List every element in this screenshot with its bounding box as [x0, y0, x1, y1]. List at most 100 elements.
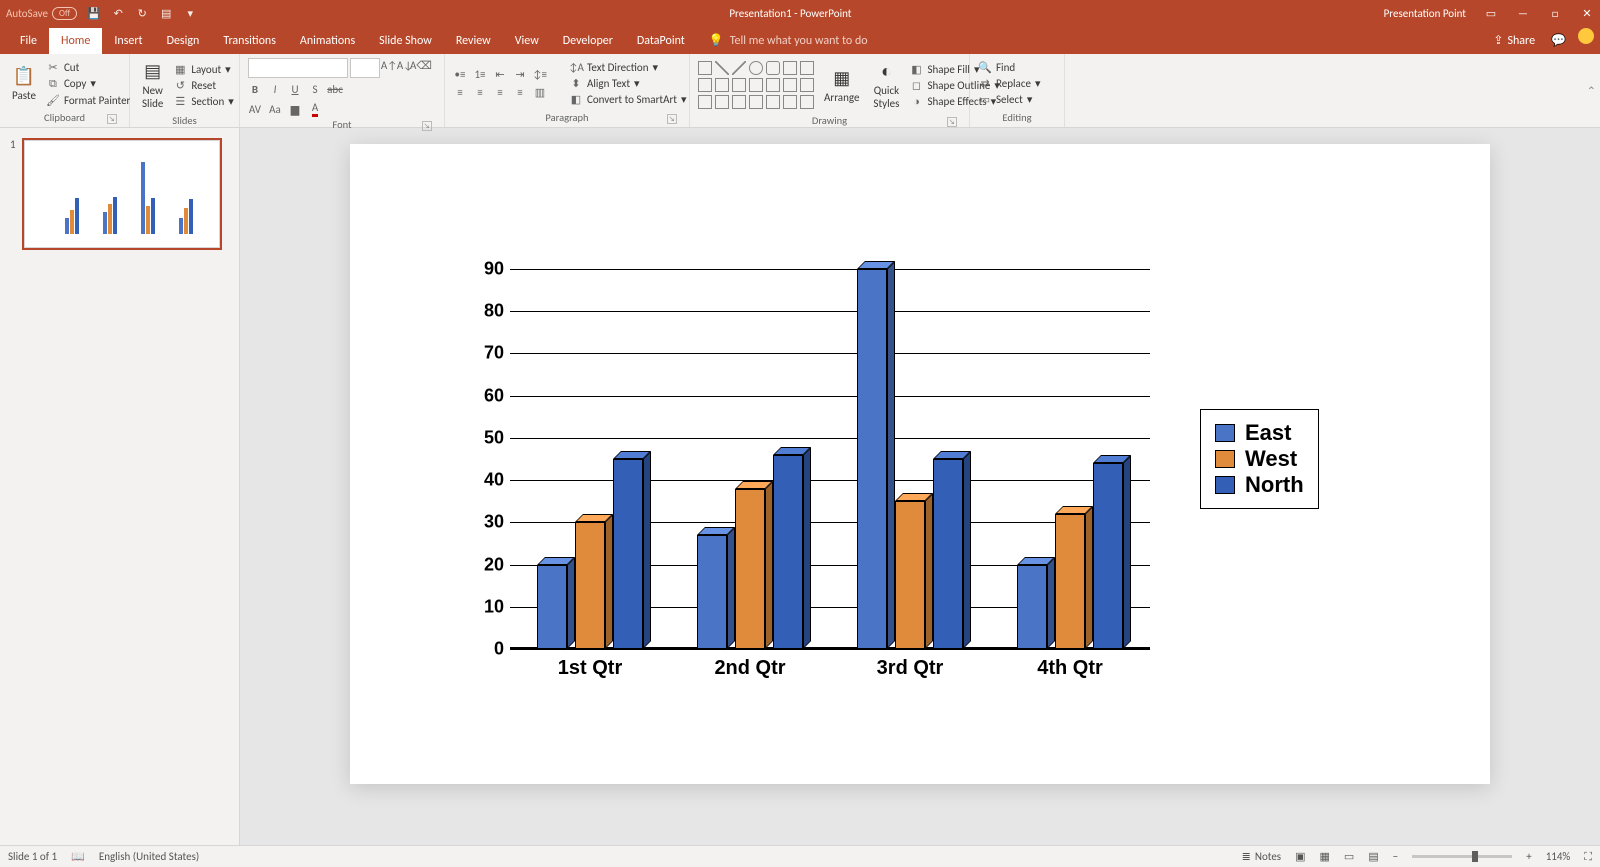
shape-star-icon[interactable]	[749, 78, 763, 92]
increase-font-icon[interactable]: A↑	[382, 58, 396, 72]
quick-styles-button[interactable]: ◐Quick Styles	[869, 58, 903, 112]
bar[interactable]	[773, 455, 803, 649]
shape-triangle-icon[interactable]	[783, 61, 797, 75]
bar[interactable]	[735, 489, 765, 649]
undo-icon[interactable]: ↶	[111, 6, 125, 20]
presentation-point-label[interactable]: Presentation Point	[1384, 7, 1466, 20]
comments-icon[interactable]: 💬	[1545, 27, 1572, 54]
change-case-icon[interactable]: Aa	[268, 102, 282, 116]
tab-review[interactable]: Review	[444, 28, 503, 54]
replace-button[interactable]: ⇄Replace ▾	[978, 77, 1040, 90]
start-from-beginning-icon[interactable]: ▤	[159, 6, 173, 20]
shape-curve-icon[interactable]	[698, 95, 712, 109]
increase-indent-icon[interactable]: ⇥	[513, 68, 527, 82]
bar[interactable]	[895, 501, 925, 649]
zoom-level[interactable]: 114%	[1546, 850, 1571, 863]
strikethrough-icon[interactable]: abc	[328, 82, 342, 96]
shape-paren-icon[interactable]	[732, 95, 746, 109]
bar[interactable]	[537, 565, 567, 649]
close-icon[interactable]: ✕	[1580, 6, 1594, 20]
shadow-icon[interactable]: S	[308, 82, 322, 96]
shape-oval-icon[interactable]	[749, 61, 763, 75]
underline-icon[interactable]: U	[288, 82, 302, 96]
format-painter-button[interactable]: 🖌Format Painter	[46, 94, 130, 107]
collapse-ribbon-icon[interactable]: ⌃	[1587, 84, 1596, 97]
chart-legend[interactable]: EastWestNorth	[1200, 409, 1319, 509]
bold-icon[interactable]: B	[248, 82, 262, 96]
numbering-icon[interactable]: 1≡	[473, 68, 487, 82]
shapes-gallery[interactable]	[698, 61, 814, 109]
font-family-input[interactable]	[248, 58, 348, 78]
shape-arrow-icon[interactable]	[800, 61, 814, 75]
zoom-in-icon[interactable]: +	[1526, 850, 1531, 863]
shape-brace4-icon[interactable]	[783, 95, 797, 109]
shape-paren2-icon[interactable]	[749, 95, 763, 109]
qat-customize-icon[interactable]: ▾	[183, 6, 197, 20]
find-button[interactable]: 🔍Find	[978, 61, 1040, 74]
minimize-icon[interactable]: —	[1516, 6, 1530, 20]
font-size-input[interactable]	[350, 58, 380, 78]
reset-button[interactable]: ↺Reset	[173, 79, 233, 92]
legend-item[interactable]: West	[1215, 446, 1304, 472]
shape-brace3-icon[interactable]	[766, 95, 780, 109]
align-center-icon[interactable]: ≡	[473, 86, 487, 100]
new-slide-button[interactable]: ▤ New Slide	[138, 58, 167, 112]
select-button[interactable]: ▭Select ▾	[978, 93, 1040, 106]
bar[interactable]	[697, 535, 727, 649]
align-right-icon[interactable]: ≡	[493, 86, 507, 100]
bar[interactable]	[1017, 565, 1047, 649]
language-status[interactable]: English (United States)	[99, 850, 199, 863]
share-button[interactable]: ⇪ Share	[1483, 27, 1545, 54]
font-color-icon[interactable]: A	[308, 102, 322, 116]
tab-insert[interactable]: Insert	[102, 28, 154, 54]
bar[interactable]	[933, 459, 963, 649]
shape-star2-icon[interactable]	[800, 95, 814, 109]
zoom-slider[interactable]	[1412, 855, 1512, 858]
shape-line2-icon[interactable]	[732, 61, 746, 75]
arrange-button[interactable]: ▦Arrange	[820, 65, 863, 106]
slide-sorter-icon[interactable]: ▦	[1320, 850, 1330, 863]
decrease-indent-icon[interactable]: ⇤	[493, 68, 507, 82]
spellcheck-icon[interactable]: 📖	[71, 850, 85, 863]
legend-item[interactable]: North	[1215, 472, 1304, 498]
tab-design[interactable]: Design	[155, 28, 212, 54]
tell-me-search[interactable]: 💡 Tell me what you want to do	[697, 27, 880, 54]
align-text-button[interactable]: ⬍Align Text ▾	[569, 77, 687, 90]
align-left-icon[interactable]: ≡	[453, 86, 467, 100]
slide[interactable]: 01020304050607080901st Qtr2nd Qtr3rd Qtr…	[350, 144, 1490, 784]
tab-animations[interactable]: Animations	[288, 28, 367, 54]
justify-icon[interactable]: ≡	[513, 86, 527, 100]
paste-button[interactable]: 📋 Paste	[8, 63, 40, 104]
legend-item[interactable]: East	[1215, 420, 1304, 446]
bar[interactable]	[1093, 463, 1123, 649]
cut-button[interactable]: ✂Cut	[46, 61, 130, 74]
highlight-icon[interactable]: ▆	[288, 102, 302, 116]
tab-view[interactable]: View	[503, 28, 551, 54]
shape-line-icon[interactable]	[715, 61, 729, 75]
tab-home[interactable]: Home	[49, 28, 102, 54]
tab-developer[interactable]: Developer	[551, 28, 625, 54]
fit-to-window-icon[interactable]: ⛶	[1584, 850, 1592, 864]
bar[interactable]	[857, 269, 887, 649]
slide-canvas-area[interactable]: 01020304050607080901st Qtr2nd Qtr3rd Qtr…	[240, 128, 1600, 845]
chart[interactable]: 01020304050607080901st Qtr2nd Qtr3rd Qtr…	[510, 244, 1330, 674]
copy-button[interactable]: ⧉Copy ▾	[46, 77, 130, 91]
clear-formatting-icon[interactable]: A⌫	[414, 58, 428, 72]
shape-roundrect-icon[interactable]	[766, 61, 780, 75]
shape-arrow3-icon[interactable]	[715, 78, 729, 92]
italic-icon[interactable]: I	[268, 82, 282, 96]
columns-icon[interactable]: ▥	[533, 86, 547, 100]
shape-arrow2-icon[interactable]	[698, 78, 712, 92]
shape-rect-icon[interactable]	[698, 61, 712, 75]
tab-datapoint[interactable]: DataPoint	[625, 28, 697, 54]
reading-view-icon[interactable]: ▭	[1344, 850, 1354, 863]
tab-slideshow[interactable]: Slide Show	[367, 28, 444, 54]
maximize-icon[interactable]: □	[1548, 6, 1562, 20]
bar[interactable]	[575, 522, 605, 649]
account-face-icon[interactable]	[1572, 22, 1600, 54]
save-icon[interactable]: 💾	[87, 6, 101, 20]
convert-smartart-button[interactable]: ◧Convert to SmartArt ▾	[569, 93, 687, 106]
drawing-dialog-launcher[interactable]: ↘	[947, 117, 957, 127]
layout-button[interactable]: ▦Layout ▾	[173, 63, 233, 76]
tab-transitions[interactable]: Transitions	[211, 28, 288, 54]
